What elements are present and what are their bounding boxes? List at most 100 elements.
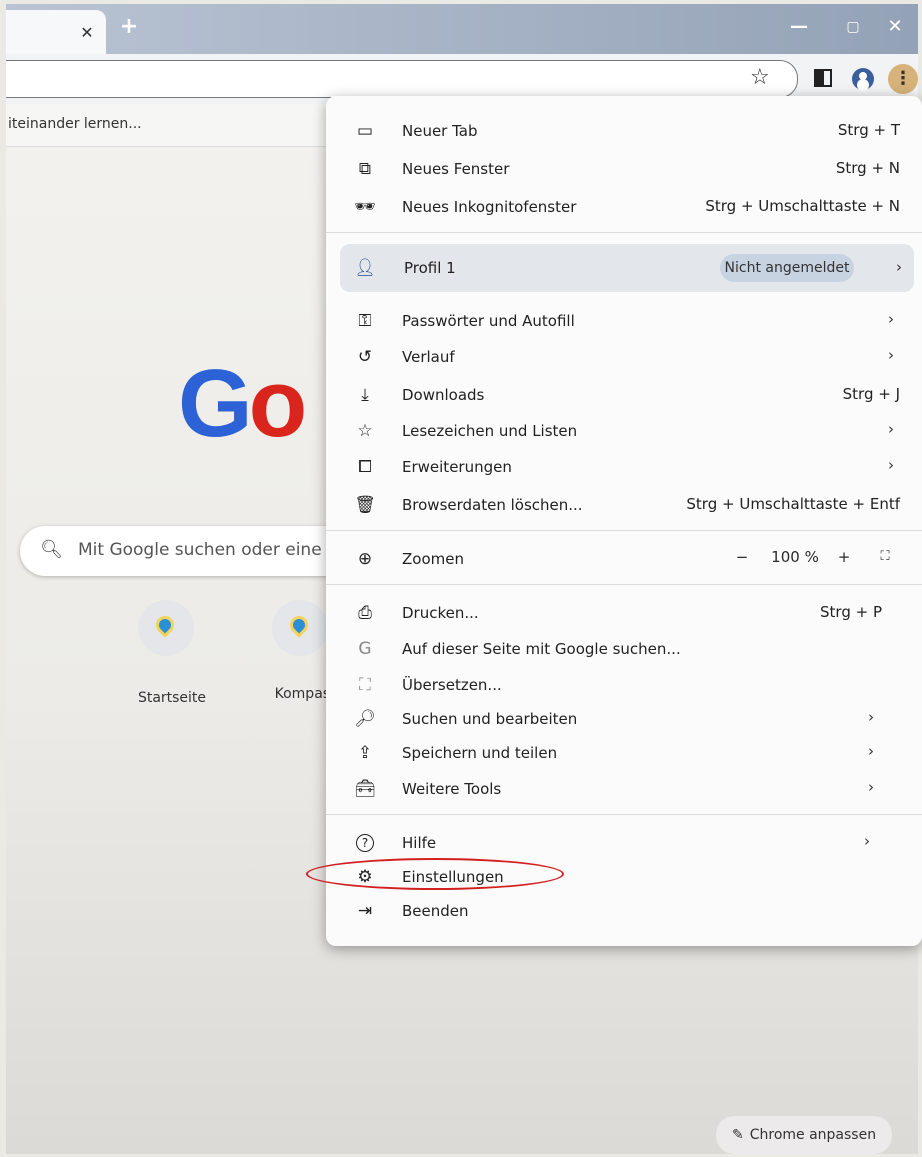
zoom-icon: ⊕ bbox=[357, 549, 373, 569]
menu-item-help[interactable]: ? Hilfe › bbox=[326, 826, 906, 860]
chevron-right-icon: › bbox=[888, 346, 894, 364]
tab-strip: ✕ + — ▢ ✕ bbox=[6, 4, 918, 54]
zoom-controls: − 100 % + ⛶ bbox=[706, 548, 906, 572]
new-tab-button[interactable]: + bbox=[118, 16, 140, 38]
print-icon: ⎙ bbox=[358, 603, 372, 623]
menu-item-find-edit[interactable]: 🔎︎ Suchen und bearbeiten › bbox=[326, 702, 906, 736]
translate-icon: ⛶ bbox=[359, 675, 371, 695]
google-g-icon: G bbox=[358, 639, 372, 659]
shortcut-favicon-icon bbox=[272, 600, 328, 656]
tab-close-icon[interactable]: ✕ bbox=[78, 24, 96, 42]
new-window-icon: ⧉ bbox=[358, 159, 372, 179]
menu-divider bbox=[326, 530, 922, 531]
menu-item-shortcut: Strg + Umschalttaste + Entf bbox=[686, 495, 900, 513]
search-icon: 🔍︎ bbox=[40, 539, 63, 560]
logo-letter-g: G bbox=[178, 350, 253, 457]
active-tab[interactable]: ✕ bbox=[6, 10, 106, 54]
zoom-level: 100 % bbox=[771, 548, 819, 566]
menu-item-more-tools[interactable]: 🧰︎ Weitere Tools › bbox=[326, 772, 906, 806]
customize-chrome-button[interactable]: ✎ Chrome anpassen bbox=[716, 1116, 892, 1154]
menu-item-label: Neues Inkognitofenster bbox=[402, 198, 577, 216]
menu-item-translate[interactable]: ⛶ Übersetzen... bbox=[326, 668, 906, 702]
menu-item-extensions[interactable]: ⧠ Erweiterungen › bbox=[326, 450, 906, 484]
menu-item-label: Lesezeichen und Listen bbox=[402, 422, 578, 440]
bookmark-star-icon[interactable]: ☆ bbox=[750, 66, 774, 90]
menu-item-label: Passwörter und Autofill bbox=[402, 312, 575, 330]
menu-item-search-page[interactable]: G Auf dieser Seite mit Google suchen... bbox=[326, 632, 906, 666]
bookmark-star-icon: ☆ bbox=[357, 421, 373, 441]
trash-icon: 🗑︎ bbox=[354, 495, 376, 515]
menu-item-label: Auf dieser Seite mit Google suchen... bbox=[402, 640, 681, 658]
menu-item-downloads[interactable]: ⤓ Downloads Strg + J bbox=[326, 378, 906, 412]
bookmark-item[interactable]: iteinander lernen... bbox=[8, 116, 142, 132]
minimize-button[interactable]: — bbox=[786, 14, 812, 40]
help-icon: ? bbox=[356, 834, 374, 852]
menu-item-label: Hilfe bbox=[402, 834, 437, 852]
menu-item-zoom: ⊕ Zoomen − 100 % + ⛶ bbox=[326, 542, 906, 576]
address-bar[interactable] bbox=[6, 60, 798, 98]
logo-letter-o: o bbox=[248, 350, 308, 457]
menu-item-shortcut: Strg + P bbox=[820, 603, 882, 621]
menu-item-label: Browserdaten löschen... bbox=[402, 496, 583, 514]
chrome-menu-button[interactable]: ⋮ bbox=[888, 64, 918, 94]
zoom-out-button[interactable]: − bbox=[732, 548, 752, 566]
menu-item-shortcut: Strg + J bbox=[842, 385, 900, 403]
menu-item-exit[interactable]: ⇥ Beenden bbox=[326, 894, 906, 928]
menu-item-label: Verlauf bbox=[402, 348, 455, 366]
sign-in-status-badge[interactable]: Nicht angemeldet bbox=[720, 254, 854, 282]
close-window-button[interactable]: ✕ bbox=[882, 14, 908, 40]
history-icon: ↺ bbox=[357, 347, 373, 367]
menu-item-passwords[interactable]: ⚿ Passwörter und Autofill › bbox=[326, 304, 906, 338]
menu-item-label: Neuer Tab bbox=[402, 122, 478, 140]
menu-item-label: Zoomen bbox=[402, 550, 464, 568]
menu-item-clear-data[interactable]: 🗑︎ Browserdaten löschen... Strg + Umscha… bbox=[326, 488, 906, 522]
new-tab-icon: ▭ bbox=[356, 121, 374, 141]
menu-item-label: Downloads bbox=[402, 386, 485, 404]
exit-icon: ⇥ bbox=[357, 901, 373, 921]
menu-divider bbox=[326, 814, 922, 815]
menu-item-label: Übersetzen... bbox=[402, 676, 502, 694]
chrome-app-menu: ▭ Neuer Tab Strg + T ⧉ Neues Fenster Str… bbox=[326, 96, 922, 946]
menu-item-save-share[interactable]: ⇪ Speichern und teilen › bbox=[326, 736, 906, 770]
chevron-right-icon: › bbox=[864, 832, 870, 850]
fullscreen-icon[interactable]: ⛶ bbox=[876, 549, 894, 564]
menu-item-label: Drucken... bbox=[402, 604, 479, 622]
chevron-right-icon: › bbox=[888, 456, 894, 474]
side-panel-icon[interactable] bbox=[814, 69, 832, 87]
search-placeholder: Mit Google suchen oder eine U bbox=[78, 540, 340, 560]
menu-item-bookmarks[interactable]: ☆ Lesezeichen und Listen › bbox=[326, 414, 906, 448]
chevron-right-icon: › bbox=[868, 742, 874, 760]
menu-item-label: Weitere Tools bbox=[402, 780, 502, 798]
google-logo: Go bbox=[178, 354, 307, 454]
menu-item-incognito[interactable]: 🕶︎ Neues Inkognitofenster Strg + Umschal… bbox=[326, 190, 906, 224]
menu-divider bbox=[326, 232, 922, 233]
key-icon: ⚿ bbox=[358, 311, 372, 331]
menu-item-label: Speichern und teilen bbox=[402, 744, 558, 762]
zoom-in-button[interactable]: + bbox=[834, 548, 854, 566]
pencil-icon: ✎ bbox=[732, 1127, 744, 1143]
save-share-icon: ⇪ bbox=[357, 743, 373, 763]
download-icon: ⤓ bbox=[361, 385, 369, 405]
extension-icon: ⧠ bbox=[358, 457, 372, 477]
profile-avatar-icon[interactable] bbox=[852, 68, 874, 90]
menu-item-label: Erweiterungen bbox=[402, 458, 512, 476]
settings-highlight-ellipse bbox=[306, 858, 564, 890]
menu-item-label: Suchen und bearbeiten bbox=[402, 710, 578, 728]
menu-item-new-tab[interactable]: ▭ Neuer Tab Strg + T bbox=[326, 114, 906, 148]
shortcut-label: Startseite bbox=[137, 690, 207, 706]
profile-label: Profil 1 bbox=[404, 259, 456, 277]
menu-item-new-window[interactable]: ⧉ Neues Fenster Strg + N bbox=[326, 152, 906, 186]
chevron-right-icon: › bbox=[888, 310, 894, 328]
person-icon: 👤︎ bbox=[354, 258, 376, 278]
toolbox-icon: 🧰︎ bbox=[354, 779, 376, 799]
menu-item-profile[interactable]: 👤︎ Profil 1 Nicht angemeldet › bbox=[340, 244, 914, 292]
menu-item-history[interactable]: ↺ Verlauf › bbox=[326, 340, 906, 374]
chevron-right-icon: › bbox=[868, 708, 874, 726]
menu-item-shortcut: Strg + T bbox=[837, 121, 900, 139]
maximize-button[interactable]: ▢ bbox=[840, 14, 866, 40]
menu-item-print[interactable]: ⎙ Drucken... Strg + P bbox=[326, 596, 906, 630]
chevron-right-icon: › bbox=[868, 778, 874, 796]
menu-item-shortcut: Strg + Umschalttaste + N bbox=[705, 197, 900, 215]
customize-label: Chrome anpassen bbox=[749, 1127, 877, 1143]
shortcut-favicon-icon bbox=[138, 600, 194, 656]
